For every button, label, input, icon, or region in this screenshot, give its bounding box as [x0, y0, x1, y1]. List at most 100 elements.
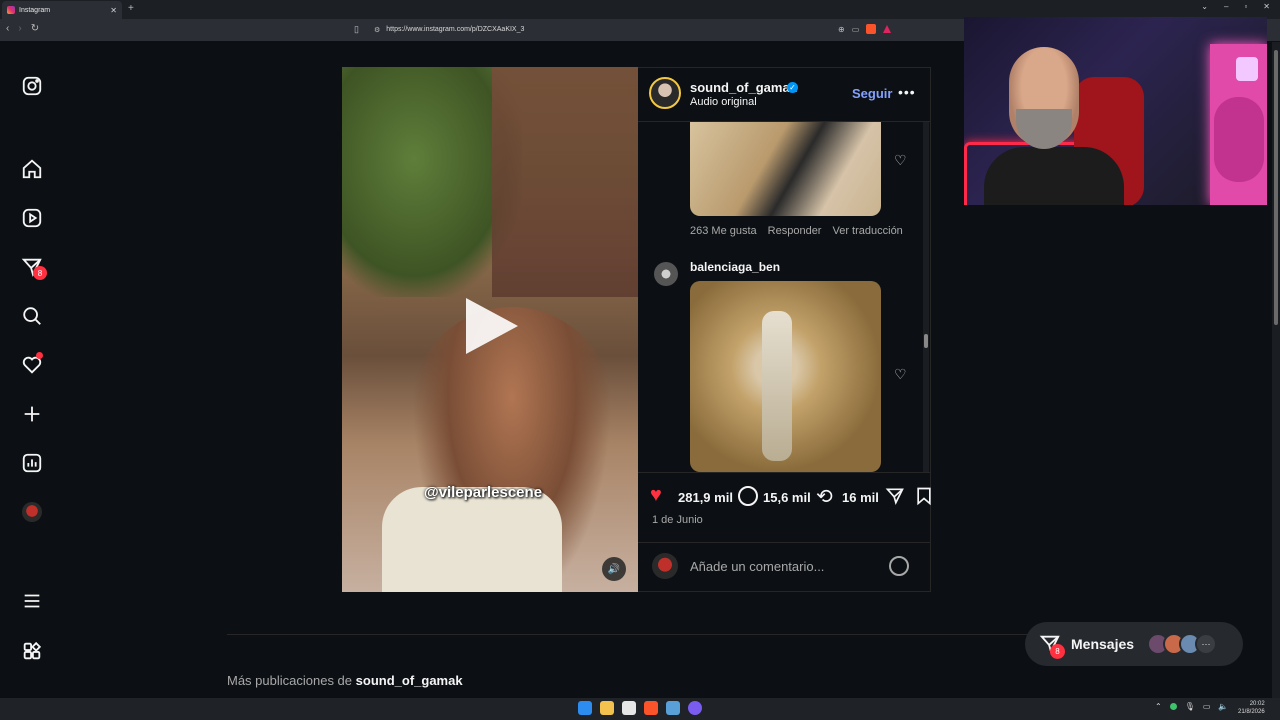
- comments-scroll-thumb[interactable]: [924, 334, 928, 348]
- comment-like-icon[interactable]: ♡: [894, 152, 907, 169]
- taskbar-clock[interactable]: 20:02 21/8/2026: [1238, 700, 1265, 716]
- browser-tab[interactable]: Instagram ✕: [2, 1, 122, 19]
- comment-meta: 263 Me gusta Responder Ver traducción: [690, 225, 903, 237]
- microphone-icon[interactable]: 🎙: [1185, 702, 1195, 711]
- audio-link[interactable]: Audio original: [690, 96, 757, 108]
- status-dot-icon[interactable]: [1169, 703, 1177, 710]
- forward-icon[interactable]: ›: [18, 23, 21, 34]
- url-field[interactable]: ⚙ https://www.instagram.com/p/DZCXAaKIX_…: [368, 22, 908, 37]
- bookmark-icon[interactable]: ▯: [354, 24, 359, 35]
- taskbar-apps: [578, 701, 702, 715]
- zoom-icon[interactable]: ⊕: [838, 25, 845, 34]
- close-window-button[interactable]: ✕: [1263, 2, 1270, 11]
- commenter-avatar[interactable]: [654, 262, 678, 286]
- like-heart-icon[interactable]: ♥: [650, 484, 662, 507]
- comment-gif: [690, 122, 881, 216]
- twitch-icon: [1236, 57, 1258, 81]
- direct-messages-icon[interactable]: 8: [19, 254, 47, 280]
- more-options-icon[interactable]: •••: [898, 84, 916, 100]
- translate-button[interactable]: Ver traducción: [832, 225, 902, 237]
- also-from-meta-icon[interactable]: [19, 638, 45, 664]
- share-icon[interactable]: [885, 486, 905, 511]
- comment-input[interactable]: [690, 557, 875, 575]
- gif-dancer: [762, 311, 792, 461]
- comments-scrollbar[interactable]: [923, 122, 929, 472]
- profile-avatar[interactable]: [19, 499, 45, 525]
- messages-badge: 8: [1050, 644, 1065, 659]
- notifications-badge: 8: [33, 266, 47, 280]
- streamer-body: [984, 147, 1124, 205]
- emoji-icon[interactable]: [889, 556, 909, 576]
- more-posts-prefix: Más publicaciones de: [227, 673, 353, 688]
- clock-date: 21/8/2026: [1238, 709, 1265, 715]
- search-icon[interactable]: [19, 303, 45, 329]
- more-posts-heading: Más publicaciones de sound_of_gamak: [227, 673, 463, 688]
- maximize-button[interactable]: ▫: [1244, 2, 1247, 11]
- repost-count: 16 mil: [842, 490, 879, 505]
- site-info-icon[interactable]: ⚙: [374, 26, 380, 34]
- url-text: https://www.instagram.com/p/DZCXAaKIX_3: [386, 26, 525, 33]
- system-tray: ⌃ 🎙 ▭ 🔈: [1155, 702, 1228, 711]
- url-actions: ⊕ ▭: [838, 24, 892, 34]
- page-scroll-thumb[interactable]: [1274, 50, 1278, 325]
- new-tab-button[interactable]: +: [128, 3, 134, 14]
- activity-heart-icon[interactable]: [19, 352, 45, 378]
- messages-avatars: ⋯: [1147, 633, 1217, 655]
- instagram-logo-icon[interactable]: [19, 73, 45, 99]
- comment-likes-count[interactable]: 263 Me gusta: [690, 225, 757, 237]
- my-avatar: [652, 553, 678, 579]
- more-avatars-icon: ⋯: [1195, 633, 1217, 655]
- volume-icon[interactable]: 🔈: [1218, 702, 1228, 711]
- nav-buttons: ‹ › ↻: [6, 23, 39, 34]
- tray-expand-icon[interactable]: ⌃: [1155, 702, 1162, 711]
- activity-dot: [36, 352, 43, 359]
- comment-gif: [690, 281, 881, 472]
- back-icon[interactable]: ‹: [6, 23, 9, 34]
- webcam-overlay: [964, 17, 1267, 205]
- actions-divider: [638, 472, 931, 473]
- file-explorer-icon[interactable]: [600, 701, 614, 715]
- author-avatar[interactable]: [649, 77, 681, 109]
- tab-close-icon[interactable]: ✕: [110, 6, 117, 15]
- video-frame-building: [492, 67, 638, 297]
- commenter-username[interactable]: balenciaga_ben: [690, 260, 780, 274]
- reels-icon[interactable]: [19, 205, 45, 231]
- dashboard-icon[interactable]: [19, 450, 45, 476]
- repost-icon[interactable]: ⟲: [816, 484, 833, 509]
- audio-toggle-icon[interactable]: 🔊: [602, 557, 626, 581]
- play-icon[interactable]: [466, 298, 518, 354]
- video-frame-dress: [382, 487, 562, 592]
- post-date: 1 de Junio: [652, 514, 703, 526]
- messages-label: Mensajes: [1071, 636, 1135, 652]
- owl-figure: [1214, 97, 1264, 182]
- minimize-button[interactable]: –: [1224, 2, 1228, 11]
- brave-rewards-icon[interactable]: [883, 25, 892, 33]
- video-watermark: @vileparlescene: [424, 484, 543, 501]
- follow-button[interactable]: Seguir: [852, 86, 892, 101]
- cast-icon[interactable]: ▭: [852, 25, 860, 34]
- comment-like-icon[interactable]: ♡: [894, 366, 907, 383]
- save-icon[interactable]: [914, 486, 934, 511]
- more-posts-user[interactable]: sound_of_gamak: [356, 673, 463, 688]
- calendar-app-icon[interactable]: [622, 701, 636, 715]
- author-username[interactable]: sound_of_gamak: [690, 80, 797, 95]
- create-icon[interactable]: [19, 401, 45, 427]
- network-icon[interactable]: ▭: [1203, 702, 1211, 711]
- clock-time: 20:02: [1249, 701, 1265, 707]
- verified-badge-icon: ✓: [787, 82, 798, 93]
- window-controls: ⌄ – ▫ ✕: [1201, 2, 1270, 11]
- reply-button[interactable]: Responder: [768, 225, 822, 237]
- comment-icon[interactable]: [738, 486, 758, 506]
- brave-browser-icon[interactable]: [644, 701, 658, 715]
- tab-search-icon[interactable]: ⌄: [1201, 2, 1208, 11]
- like-count[interactable]: 281,9 mil: [678, 490, 733, 505]
- steam-icon[interactable]: [666, 701, 680, 715]
- instagram-favicon-icon: [7, 6, 15, 14]
- windows-start-icon[interactable]: [578, 701, 592, 715]
- brave-shield-icon[interactable]: [866, 24, 877, 34]
- reload-icon[interactable]: ↻: [31, 23, 39, 34]
- discord-icon[interactable]: [688, 701, 702, 715]
- home-icon[interactable]: [19, 156, 45, 182]
- tab-title: Instagram: [19, 6, 51, 14]
- menu-icon[interactable]: [19, 588, 45, 614]
